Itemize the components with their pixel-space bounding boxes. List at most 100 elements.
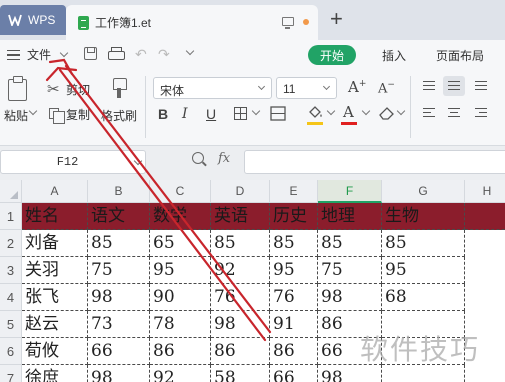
row-header-2[interactable]: 2 — [0, 230, 22, 257]
align-middle-button[interactable] — [443, 76, 465, 96]
column-header-b[interactable]: B — [88, 180, 150, 203]
table-cell[interactable]: 98 — [88, 284, 150, 311]
table-cell[interactable]: 75 — [318, 257, 382, 284]
formula-input[interactable] — [244, 150, 505, 174]
row-header-3[interactable]: 3 — [0, 257, 22, 284]
align-left-button[interactable] — [418, 103, 440, 123]
table-cell[interactable]: 86 — [150, 338, 211, 365]
header-cell[interactable]: 历史 — [270, 203, 318, 230]
row-header-1[interactable]: 1 — [0, 203, 22, 230]
tab-start[interactable]: 开始 — [308, 45, 356, 65]
row-header-7[interactable]: 7 — [0, 365, 22, 382]
table-cell[interactable]: 85 — [88, 230, 150, 257]
copy-button-label[interactable]: 复制 — [66, 106, 90, 123]
row-header-6[interactable]: 6 — [0, 338, 22, 365]
chevron-down-icon[interactable] — [59, 48, 69, 58]
table-cell[interactable]: 91 — [270, 311, 318, 338]
header-cell[interactable] — [465, 203, 505, 230]
redo-icon[interactable]: ↷ — [158, 46, 170, 63]
row-header-5[interactable]: 5 — [0, 311, 22, 338]
format-painter-label[interactable]: 格式刷 — [101, 107, 137, 124]
table-cell[interactable]: 98 — [88, 365, 150, 382]
row-header-4[interactable]: 4 — [0, 284, 22, 311]
print-icon[interactable] — [108, 47, 125, 60]
column-header-g[interactable]: G — [382, 180, 465, 203]
table-cell[interactable]: 徐庶 — [22, 365, 88, 382]
table-cell[interactable]: 92 — [211, 257, 270, 284]
table-cell[interactable]: 95 — [382, 257, 465, 284]
grow-font-button[interactable]: A+ — [348, 78, 366, 96]
font-size-select[interactable]: 11 — [276, 77, 337, 99]
table-cell[interactable]: 98 — [318, 284, 382, 311]
quick-access-more-icon[interactable] — [185, 46, 195, 56]
select-all-corner[interactable] — [0, 180, 22, 203]
new-tab-button[interactable]: + — [330, 7, 343, 31]
table-cell[interactable]: 66 — [88, 338, 150, 365]
table-cell[interactable]: 98 — [211, 311, 270, 338]
paste-icon[interactable] — [8, 76, 27, 101]
table-cell[interactable]: 66 — [270, 365, 318, 382]
table-cell[interactable]: 95 — [270, 257, 318, 284]
table-cell[interactable]: 荀攸 — [22, 338, 88, 365]
table-cell[interactable]: 85 — [382, 230, 465, 257]
bold-button[interactable]: B — [158, 106, 168, 122]
header-cell[interactable]: 英语 — [211, 203, 270, 230]
insert-function-button[interactable]: fx — [218, 151, 230, 166]
tab-page-layout[interactable]: 页面布局 — [436, 47, 484, 64]
paste-dropdown-icon[interactable] — [28, 106, 38, 116]
format-painter-icon[interactable] — [110, 78, 128, 98]
column-header-e[interactable]: E — [270, 180, 318, 203]
table-cell[interactable]: 86 — [211, 338, 270, 365]
table-cell[interactable]: 76 — [211, 284, 270, 311]
header-cell[interactable]: 语文 — [88, 203, 150, 230]
file-menu[interactable]: 文件 — [27, 46, 51, 63]
italic-button[interactable]: I — [182, 106, 188, 122]
table-cell[interactable]: 68 — [382, 284, 465, 311]
table-cell[interactable]: 86 — [270, 338, 318, 365]
table-cell[interactable]: 76 — [270, 284, 318, 311]
column-header-h[interactable]: H — [465, 180, 505, 203]
hamburger-menu-icon[interactable] — [7, 50, 20, 60]
table-cell[interactable]: 张飞 — [22, 284, 88, 311]
paste-button-label[interactable]: 粘贴 — [4, 107, 28, 124]
cut-button-label[interactable]: 剪切 — [66, 81, 90, 98]
shrink-font-button[interactable]: A− — [378, 80, 395, 96]
table-cell[interactable]: 73 — [88, 311, 150, 338]
table-cell[interactable]: 78 — [150, 311, 211, 338]
table-cell[interactable]: 赵云 — [22, 311, 88, 338]
column-header-d[interactable]: D — [211, 180, 270, 203]
header-cell[interactable]: 生物 — [382, 203, 465, 230]
table-cell[interactable]: 刘备 — [22, 230, 88, 257]
table-cell[interactable]: 65 — [150, 230, 211, 257]
align-right-button[interactable] — [470, 103, 492, 123]
table-cell[interactable]: 75 — [88, 257, 150, 284]
scissors-icon[interactable]: ✂ — [47, 80, 60, 98]
column-header-a[interactable]: A — [22, 180, 88, 203]
fill-color-icon[interactable] — [306, 104, 324, 121]
wps-home-tab[interactable]: WPS — [0, 5, 66, 35]
table-cell[interactable]: 92 — [150, 365, 211, 382]
table-cell[interactable]: 95 — [150, 257, 211, 284]
monitor-icon[interactable] — [282, 17, 294, 29]
table-cell[interactable]: 90 — [150, 284, 211, 311]
header-cell[interactable]: 地理 — [318, 203, 382, 230]
merge-cells-icon[interactable] — [270, 106, 286, 121]
save-icon[interactable] — [84, 47, 97, 60]
header-cell[interactable]: 数学 — [150, 203, 211, 230]
align-center-button[interactable] — [443, 103, 465, 123]
font-name-select[interactable]: 宋体 — [153, 77, 272, 99]
eraser-icon[interactable] — [378, 105, 395, 120]
zoom-icon[interactable] — [192, 152, 204, 164]
table-cell[interactable]: 85 — [318, 230, 382, 257]
align-top-button[interactable] — [418, 76, 440, 96]
borders-icon[interactable] — [234, 107, 247, 120]
document-tab[interactable]: 工作簿1.et — [66, 5, 318, 40]
align-bottom-button[interactable] — [470, 76, 492, 96]
undo-icon[interactable]: ↶ — [135, 46, 147, 63]
column-header-f[interactable]: F — [318, 180, 382, 203]
table-cell[interactable]: 58 — [211, 365, 270, 382]
table-cell[interactable]: 关羽 — [22, 257, 88, 284]
table-cell[interactable]: 85 — [270, 230, 318, 257]
tab-insert[interactable]: 插入 — [382, 47, 406, 64]
header-cell[interactable]: 姓名 — [22, 203, 88, 230]
